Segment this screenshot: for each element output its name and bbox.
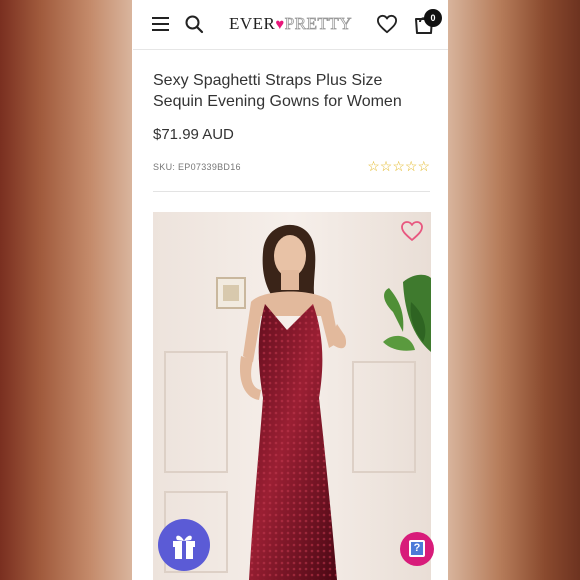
gift-rewards-button[interactable]	[158, 519, 210, 571]
divider	[153, 191, 430, 192]
sku-row: SKU: EP07339BD16 ☆☆☆☆☆	[153, 157, 430, 177]
mobile-page: EVER♥PRETTY 0 Sexy Spaghetti Straps Plus…	[133, 0, 448, 580]
logo-heart-icon: ♥	[275, 17, 285, 33]
logo-pretty: PRETTY	[284, 14, 353, 34]
help-button[interactable]: ?	[400, 532, 434, 566]
search-icon[interactable]	[184, 14, 204, 34]
logo-ever: EVER	[229, 14, 276, 33]
image-wishlist-heart-icon[interactable]	[400, 220, 424, 242]
brand-logo[interactable]: EVER♥PRETTY	[229, 14, 355, 36]
product-title: Sexy Spaghetti Straps Plus Size Sequin E…	[153, 72, 402, 110]
product-price: $71.99 AUD	[153, 126, 234, 143]
hamburger-menu-icon[interactable]	[152, 17, 169, 31]
question-icon: ?	[409, 540, 425, 557]
sku-value: EP07339BD16	[178, 162, 241, 172]
sku-label: SKU:	[153, 162, 176, 172]
rating-stars[interactable]: ☆☆☆☆☆	[367, 158, 430, 175]
gift-icon	[173, 535, 195, 559]
wishlist-heart-icon[interactable]	[376, 14, 398, 34]
site-header: EVER♥PRETTY 0	[133, 0, 448, 50]
cart-count-badge: 0	[424, 9, 442, 27]
